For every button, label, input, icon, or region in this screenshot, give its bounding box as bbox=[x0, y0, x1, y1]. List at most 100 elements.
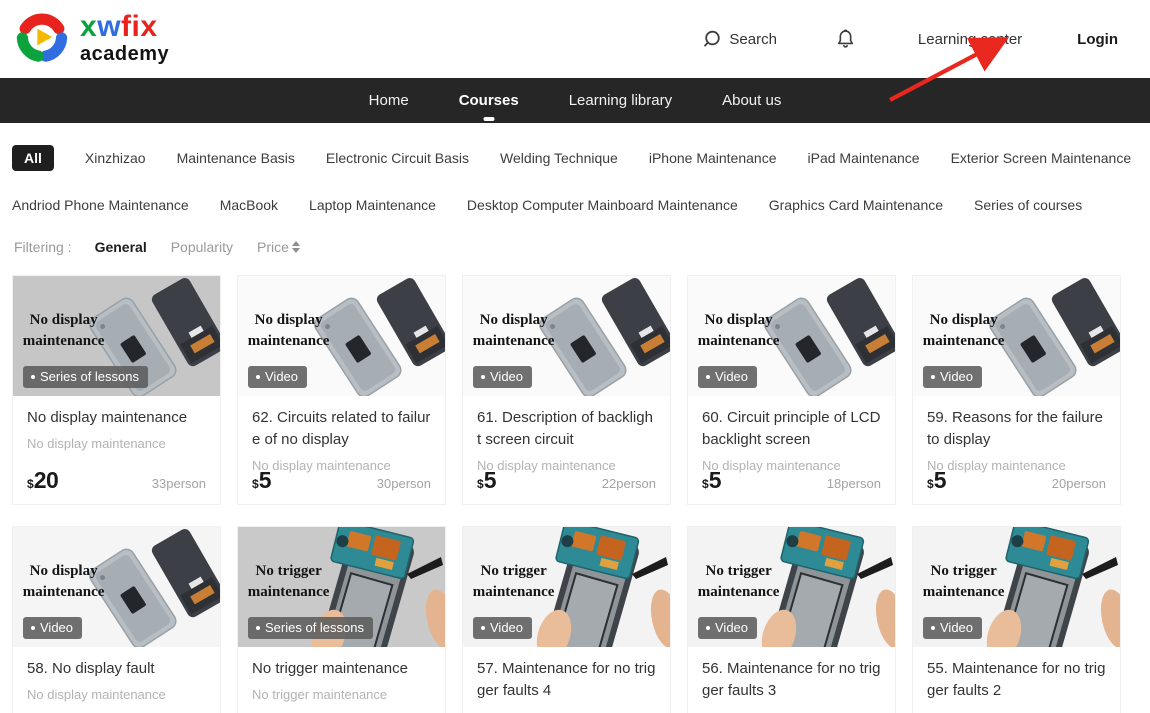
filtering-bar: Filtering : General Popularity Price bbox=[0, 239, 1150, 255]
course-thumbnail: No display maintenance Video bbox=[238, 276, 445, 396]
thumbnail-caption: No trigger maintenance bbox=[915, 561, 1012, 603]
logo-play-icon bbox=[14, 9, 70, 70]
filtering-label: Filtering : bbox=[14, 239, 72, 255]
category-tag-label: Welding Technique bbox=[500, 150, 618, 166]
filter-option[interactable]: General bbox=[95, 239, 147, 255]
price-amount: 20 bbox=[34, 467, 59, 493]
category-tag-label: Laptop Maintenance bbox=[309, 197, 436, 213]
price-row: $5 18person bbox=[702, 467, 881, 494]
thumbnail-caption-line1: No trigger bbox=[915, 561, 1012, 582]
course-grid: No display maintenance Series of lessons… bbox=[12, 275, 1150, 713]
course-card[interactable]: No display maintenance Video 58. No disp… bbox=[12, 526, 221, 713]
category-tag[interactable]: MacBook bbox=[220, 192, 278, 218]
badge-dot-icon bbox=[256, 626, 260, 630]
badge-label: Video bbox=[40, 620, 73, 635]
category-tag[interactable]: iPad Maintenance bbox=[808, 145, 920, 171]
course-card[interactable]: No trigger maintenance Video 56. Mainten… bbox=[687, 526, 896, 713]
course-type-badge: Video bbox=[923, 617, 982, 639]
course-title: No trigger maintenance bbox=[252, 658, 431, 680]
course-card[interactable]: No trigger maintenance Video 57. Mainten… bbox=[462, 526, 671, 713]
thumbnail-caption: No trigger maintenance bbox=[465, 561, 562, 603]
nav-item[interactable]: Courses bbox=[459, 78, 519, 123]
course-title: 56. Maintenance for no trigger faults 3 bbox=[702, 658, 881, 702]
thumbnail-caption-line1: No trigger bbox=[240, 561, 337, 582]
filter-option[interactable]: Popularity bbox=[171, 239, 233, 255]
badge-label: Series of lessons bbox=[265, 620, 364, 635]
course-price: $5 bbox=[477, 467, 496, 494]
course-type-badge: Video bbox=[698, 366, 757, 388]
course-card-body: 57. Maintenance for no trigger faults 4 bbox=[463, 647, 670, 713]
nav-item[interactable]: Learning library bbox=[569, 78, 672, 123]
badge-dot-icon bbox=[31, 375, 35, 379]
category-tag[interactable]: Xinzhizao bbox=[85, 145, 146, 171]
course-title: 59. Reasons for the failure to display bbox=[927, 407, 1106, 451]
thumbnail-caption: No display maintenance bbox=[15, 310, 112, 352]
price-sort-icon bbox=[292, 241, 300, 253]
category-tag[interactable]: All bbox=[12, 145, 54, 171]
course-thumbnail: No display maintenance Video bbox=[913, 276, 1120, 396]
course-card-body: No display maintenance No display mainte… bbox=[13, 396, 220, 504]
course-thumbnail: No display maintenance Video bbox=[688, 276, 895, 396]
category-tag[interactable]: Exterior Screen Maintenance bbox=[951, 145, 1132, 171]
course-thumbnail: No trigger maintenance Video bbox=[463, 527, 670, 647]
student-count: 30person bbox=[377, 476, 431, 494]
category-tag[interactable]: Andriod Phone Maintenance bbox=[12, 192, 189, 218]
category-tag[interactable]: Graphics Card Maintenance bbox=[769, 192, 943, 218]
logo[interactable]: xwfix academy bbox=[14, 9, 169, 70]
currency-symbol: $ bbox=[27, 477, 34, 491]
course-card[interactable]: No display maintenance Video 61. Descrip… bbox=[462, 275, 671, 505]
search-label: Search bbox=[729, 31, 777, 48]
course-card[interactable]: No trigger maintenance Video 55. Mainten… bbox=[912, 526, 1121, 713]
course-card-body: 60. Circuit principle of LCD backlight s… bbox=[688, 396, 895, 504]
category-tag[interactable]: Laptop Maintenance bbox=[309, 192, 436, 218]
course-card[interactable]: No display maintenance Video 59. Reasons… bbox=[912, 275, 1121, 505]
thumbnail-caption-line2: maintenance bbox=[915, 582, 1012, 603]
thumbnail-caption-line1: No display bbox=[690, 310, 787, 331]
logo-text: xwfix academy bbox=[80, 12, 169, 66]
badge-label: Video bbox=[940, 620, 973, 635]
course-title: 62. Circuits related to failure of no di… bbox=[252, 407, 431, 451]
nav-item[interactable]: Home bbox=[369, 78, 409, 123]
badge-dot-icon bbox=[931, 626, 935, 630]
category-tag[interactable]: Maintenance Basis bbox=[177, 145, 295, 171]
thumbnail-caption-line2: maintenance bbox=[240, 331, 337, 352]
course-card[interactable]: No display maintenance Video 62. Circuit… bbox=[237, 275, 446, 505]
course-card[interactable]: No display maintenance Series of lessons… bbox=[12, 275, 221, 505]
category-tag-label: Exterior Screen Maintenance bbox=[951, 150, 1132, 166]
main-nav: Home Courses Learning library About us bbox=[0, 78, 1150, 123]
price-amount: 5 bbox=[259, 467, 271, 493]
category-tag[interactable]: Series of courses bbox=[974, 192, 1082, 218]
badge-dot-icon bbox=[256, 375, 260, 379]
nav-item[interactable]: About us bbox=[722, 78, 781, 123]
course-card[interactable]: No display maintenance Video 60. Circuit… bbox=[687, 275, 896, 505]
course-card-body: 56. Maintenance for no trigger faults 3 bbox=[688, 647, 895, 713]
category-tag[interactable]: Electronic Circuit Basis bbox=[326, 145, 469, 171]
thumbnail-caption: No display maintenance bbox=[15, 561, 112, 603]
currency-symbol: $ bbox=[702, 477, 709, 491]
active-tab-indicator bbox=[483, 117, 494, 121]
thumbnail-caption-line2: maintenance bbox=[915, 331, 1012, 352]
thumbnail-caption-line1: No trigger bbox=[465, 561, 562, 582]
category-tag[interactable]: Welding Technique bbox=[500, 145, 618, 171]
notifications-button[interactable] bbox=[835, 28, 856, 50]
thumbnail-caption: No display maintenance bbox=[690, 310, 787, 352]
category-filter: All Xinzhizao Maintenance Basis Electronic … bbox=[0, 123, 1150, 218]
filter-option[interactable]: Price bbox=[257, 239, 300, 255]
course-card-body: 62. Circuits related to failure of no di… bbox=[238, 396, 445, 504]
course-price: $5 bbox=[702, 467, 721, 494]
nav-item-label: About us bbox=[722, 92, 781, 109]
search-button[interactable]: Search bbox=[702, 29, 777, 49]
course-thumbnail: No display maintenance Video bbox=[13, 527, 220, 647]
brand-name: xwfix bbox=[80, 12, 169, 42]
course-subtitle: No display maintenance bbox=[27, 687, 206, 702]
learning-center-link[interactable]: Learning center bbox=[918, 31, 1022, 48]
course-title: 58. No display fault bbox=[27, 658, 206, 680]
category-tag[interactable]: iPhone Maintenance bbox=[649, 145, 777, 171]
course-card[interactable]: No trigger maintenance Series of lessons… bbox=[237, 526, 446, 713]
category-tag-label: iPhone Maintenance bbox=[649, 150, 777, 166]
thumbnail-caption-line1: No display bbox=[15, 561, 112, 582]
login-button[interactable]: Login bbox=[1077, 31, 1118, 48]
course-thumbnail: No display maintenance Video bbox=[463, 276, 670, 396]
category-tag[interactable]: Desktop Computer Mainboard Maintenance bbox=[467, 192, 738, 218]
price-row: $5 30person bbox=[252, 467, 431, 494]
